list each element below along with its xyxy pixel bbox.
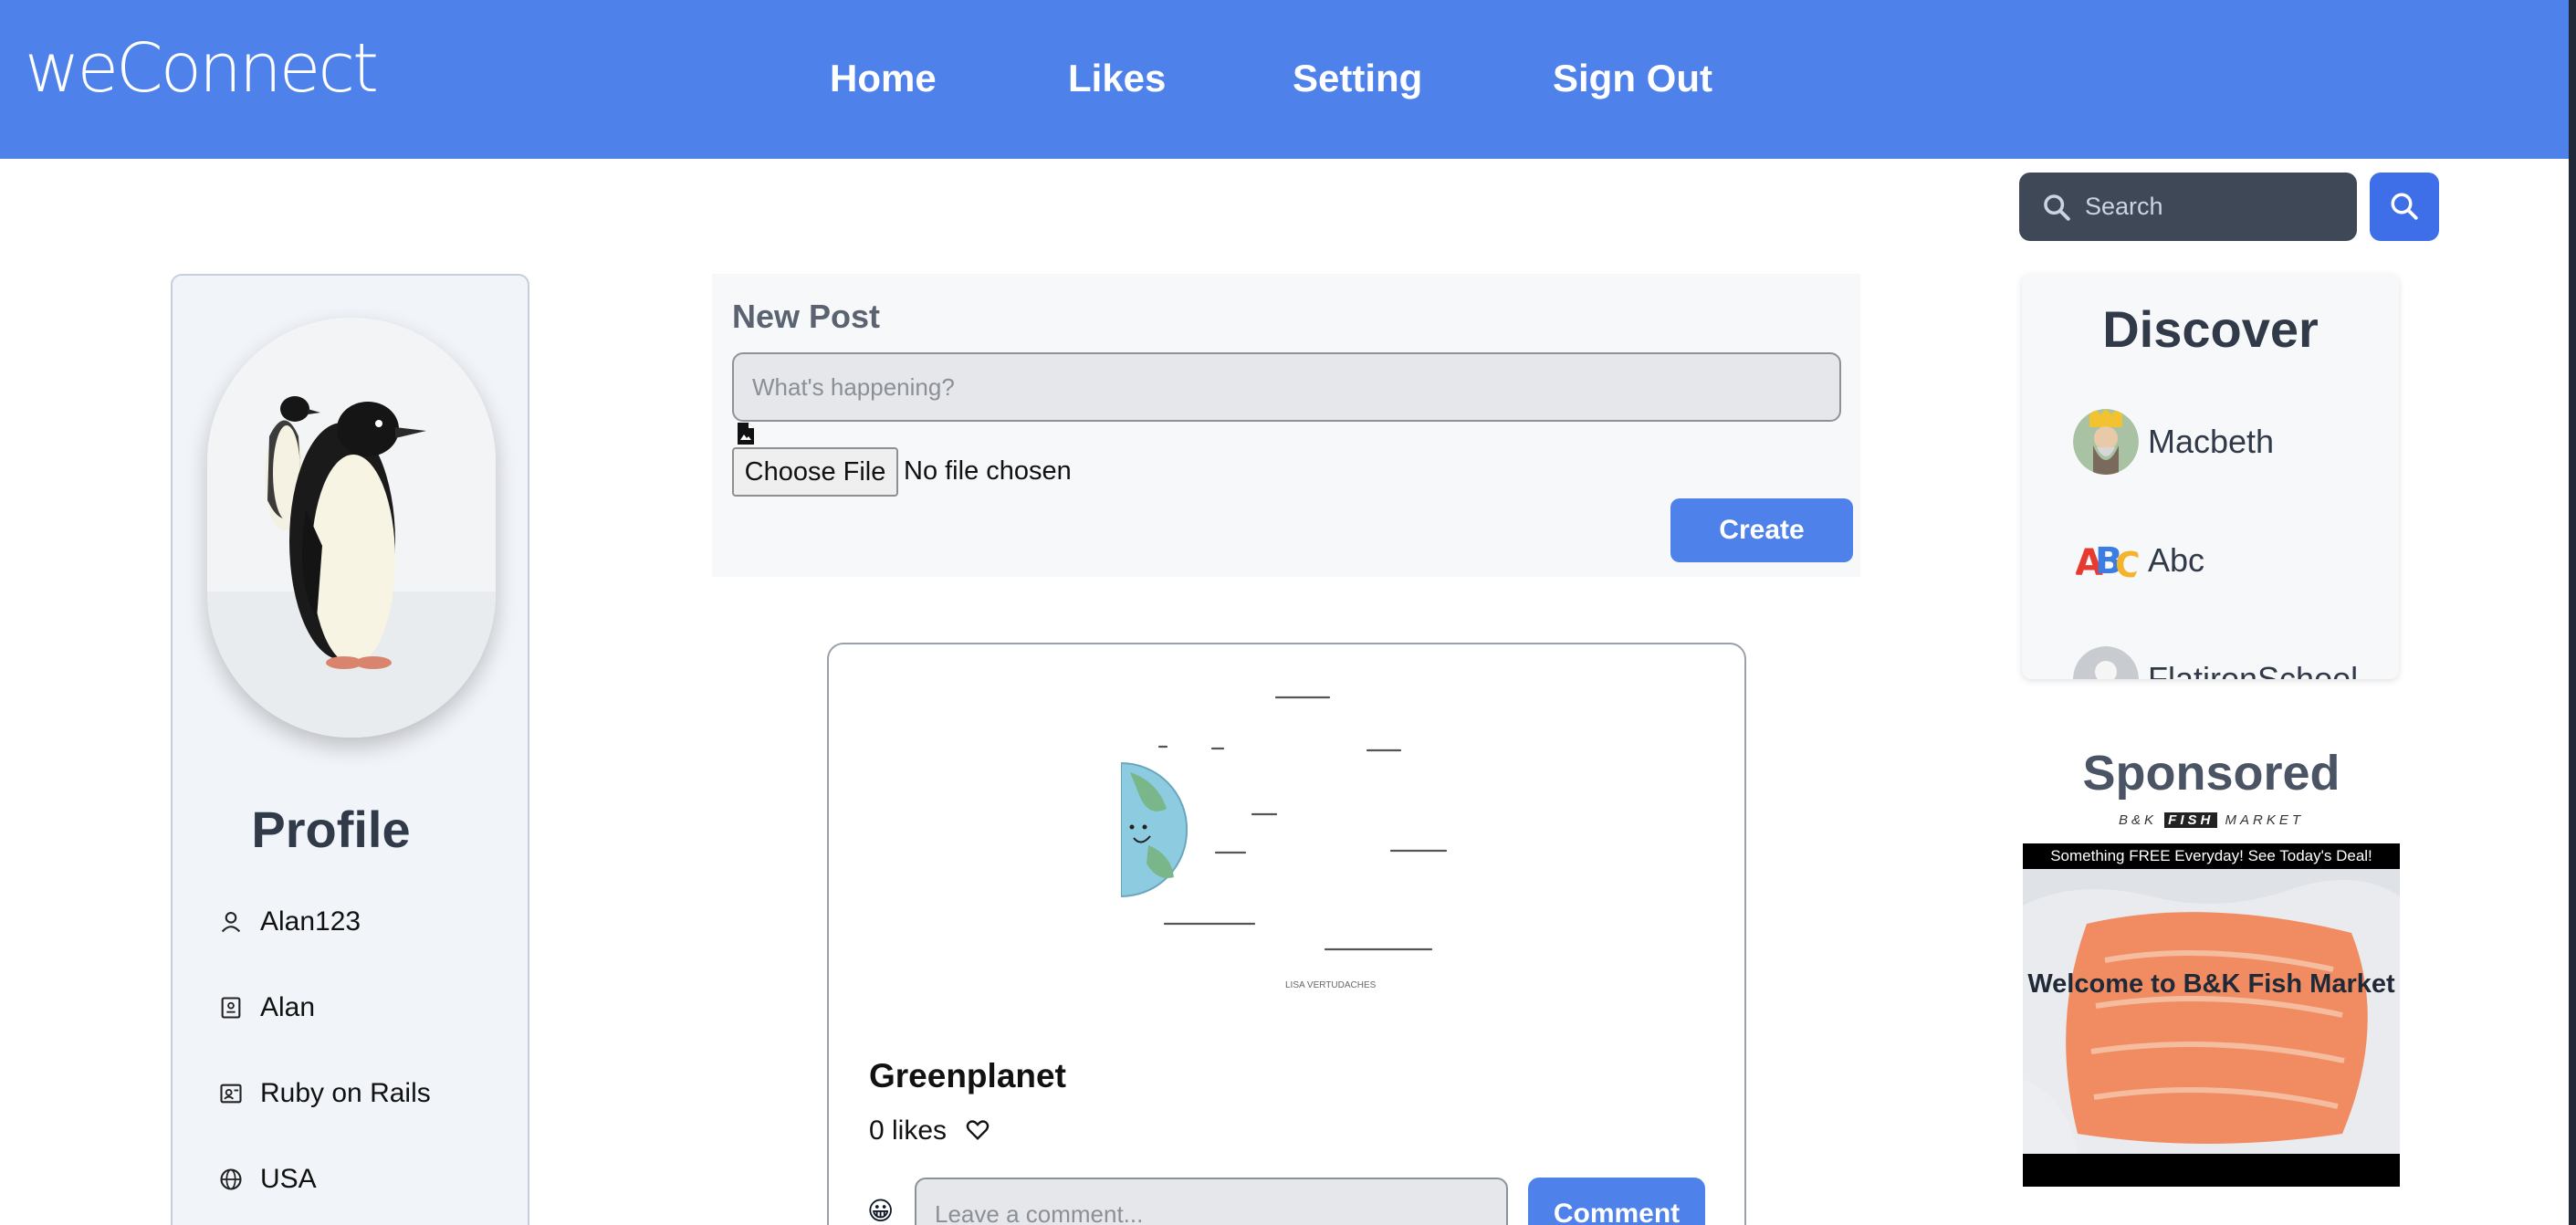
top-navbar: weConnect Home Likes Setting Sign Out [0,0,2569,159]
nav-sign-out[interactable]: Sign Out [1553,57,1712,100]
sponsored-ad[interactable]: Something FREE Everyday! See Today's Dea… [2023,843,2400,1187]
profile-card: Profile Alan123 Alan Ruby on Rails USA [171,274,529,1225]
app-logo[interactable]: weConnect [25,29,379,108]
discover-title: Discover [2102,300,2319,358]
search-button[interactable] [2370,173,2439,241]
search-icon [2391,193,2418,220]
discover-user-name: Macbeth [2148,423,2275,460]
badge-icon [220,1084,242,1104]
discover-user-macbeth[interactable]: Macbeth [2073,407,2274,476]
svg-text:C: C [2115,545,2139,585]
search-icon [2044,194,2070,221]
image-caption: LISA VERTUDACHES [1285,980,1377,990]
heart-icon[interactable] [964,1117,991,1143]
user-avatar [2073,646,2139,679]
profile-username-row: Alan123 [218,902,361,942]
discover-panel: Discover Macbeth A B C Abc FlatironSchoo… [2022,274,2399,679]
new-post-title: New Post [732,298,881,335]
comment-input[interactable] [915,1178,1508,1225]
post-image: LISA VERTUDACHES [1121,681,1450,1010]
profile-avatar [207,318,496,738]
profile-occupation-row: Ruby on Rails [218,1073,431,1114]
ad-brand-logo: B&K FISH MARKET [2118,812,2305,828]
nav-setting[interactable]: Setting [1293,57,1422,100]
ad-top-banner: Something FREE Everyday! See Today's Dea… [2023,843,2400,869]
create-post-button[interactable]: Create [1670,498,1853,562]
choose-file-button[interactable]: Choose File [732,447,898,497]
sponsored-title: Sponsored [2082,746,2340,801]
id-card-icon [221,997,241,1019]
emoji-icon[interactable]: 😀 [867,1196,894,1225]
comment-button[interactable]: Comment [1528,1178,1705,1225]
user-avatar: A B C [2073,528,2139,593]
post-title: Greenplanet [869,1057,1066,1094]
search-box [2019,173,2357,241]
profile-occupation: Ruby on Rails [260,1078,431,1108]
user-icon [221,912,241,933]
page: weConnect Home Likes Setting Sign Out Se… [0,0,2576,1225]
post-content-input[interactable] [732,352,1841,422]
post-card: LISA VERTUDACHES Greenplanet 0 likes 😀 C… [827,643,1746,1225]
search-input[interactable] [2085,185,2340,227]
discover-user-name: FlatironSchool [2148,660,2359,679]
profile-name: Alan [260,992,316,1022]
post-like-count: 0 likes [869,1115,948,1146]
file-status: No file chosen [904,456,1072,486]
nav-home[interactable]: Home [830,57,937,100]
new-post-panel: New Post Choose File No file chosen Crea… [712,274,1860,577]
profile-username: Alan123 [260,906,361,937]
ad-salmon-image [2023,869,2400,1154]
profile-location: USA [260,1164,317,1194]
profile-location-row: USA [218,1159,317,1199]
file-image-icon [738,423,754,445]
user-avatar [2073,409,2139,475]
discover-user-flatironschool[interactable]: FlatironSchool [2073,644,2358,679]
discover-user-abc[interactable]: A B C Abc [2073,526,2204,595]
ad-bottom-bar [2023,1154,2400,1187]
nav-likes[interactable]: Likes [1068,57,1166,100]
ad-headline: Welcome to B&K Fish Market [2027,969,2395,999]
profile-title: Profile [251,801,411,858]
profile-name-row: Alan [218,988,315,1028]
globe-icon [220,1168,242,1190]
discover-user-name: Abc [2148,541,2205,579]
